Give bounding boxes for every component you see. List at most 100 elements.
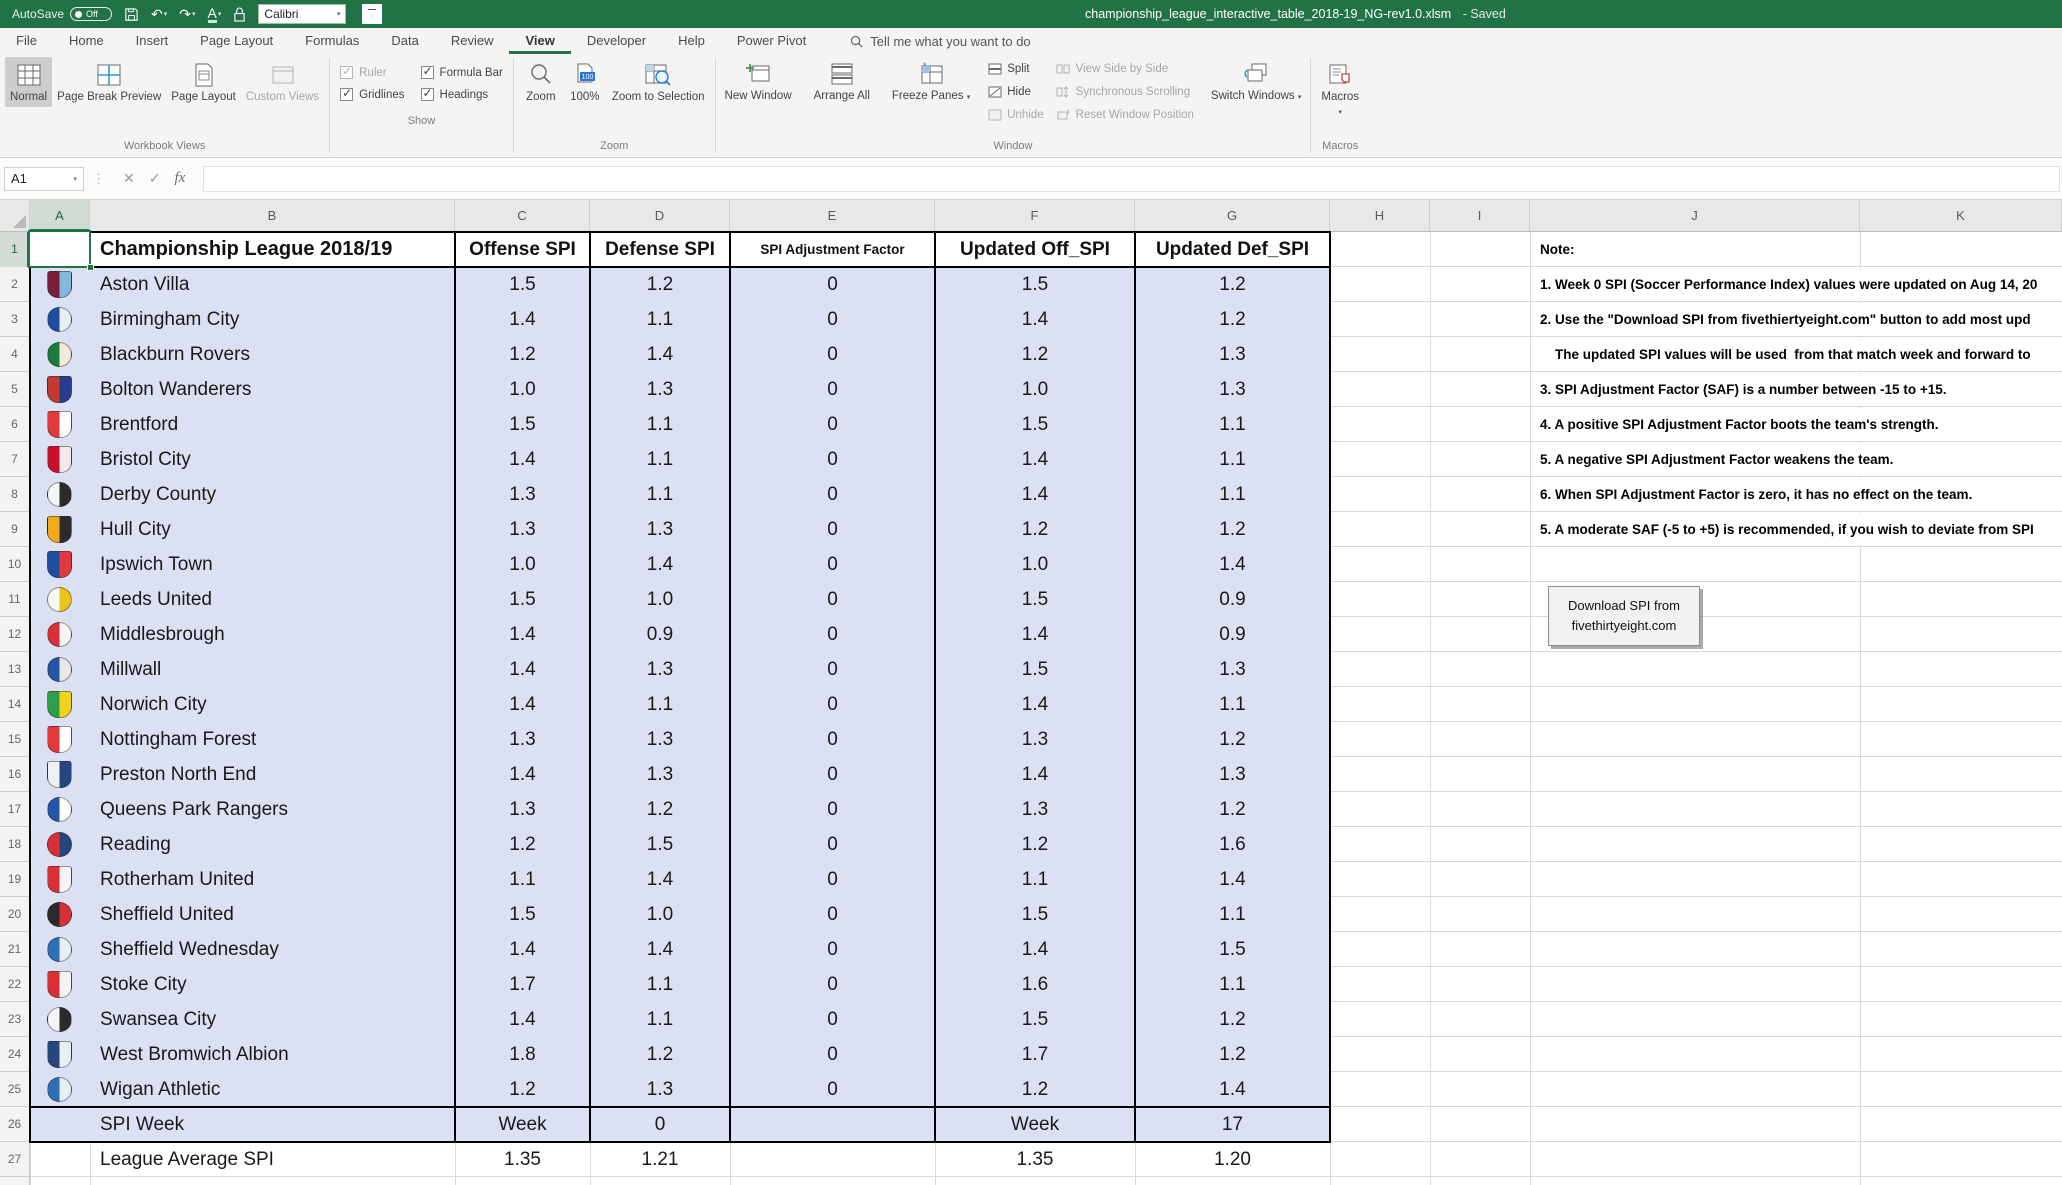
headings-checkbox-box [420,86,434,101]
insert-function-icon[interactable]: fx [174,170,185,187]
row-header-24[interactable]: 24 [0,1037,29,1072]
row-header-26[interactable]: 26 [0,1107,29,1142]
column-header-e[interactable]: E [730,200,935,231]
undo-button[interactable]: ↶ ▾ [151,7,167,21]
column-header-b[interactable]: B [90,200,455,231]
tab-page-layout[interactable]: Page Layout [184,28,289,54]
gridlines-checkbox-box [340,86,354,101]
custom-views-button[interactable]: Custom Views [241,57,324,107]
tab-help[interactable]: Help [662,28,721,54]
synchronous-scrolling-button[interactable]: Synchronous Scrolling [1056,83,1194,100]
font-color-button[interactable]: A ▾ [207,6,221,23]
zoom-button[interactable]: Zoom [519,57,563,107]
font-name-combo[interactable]: Calibri ▾ [258,4,347,24]
row-header-6[interactable]: 6 [0,407,29,442]
autosave-toggle[interactable]: AutoSave Off [12,7,113,21]
column-header-j[interactable]: J [1530,200,1860,231]
tab-data[interactable]: Data [375,28,434,54]
formula-input[interactable] [203,165,2060,192]
tab-file[interactable]: File [0,28,53,54]
hide-button[interactable]: Hide [987,83,1043,100]
zoom-100-button[interactable]: 100 100% [563,57,607,107]
page-break-preview-button[interactable]: Page Break Preview [52,57,166,107]
tab-home[interactable]: Home [53,28,120,54]
macros-button[interactable]: Macros ▾ [1316,57,1364,121]
row-header-25[interactable]: 25 [0,1072,29,1107]
row-header-1[interactable]: 1 [0,232,29,267]
tab-formulas[interactable]: Formulas [289,28,375,54]
reset-window-position-button[interactable]: Reset Window Position [1056,106,1194,123]
row-header-8[interactable]: 8 [0,477,29,512]
row-header-7[interactable]: 7 [0,442,29,477]
tab-insert[interactable]: Insert [120,28,185,54]
column-header-g[interactable]: G [1135,200,1330,231]
headings-checkbox[interactable]: Headings [420,86,503,101]
column-header-h[interactable]: H [1330,200,1430,231]
new-window-button[interactable]: New Window [720,56,797,106]
save-icon[interactable] [124,7,139,22]
formula-bar-checkbox[interactable]: Formula Bar [420,64,503,79]
row-header-10[interactable]: 10 [0,547,29,582]
page-layout-view-button[interactable]: Page Layout [166,57,241,107]
zoom-to-selection-button[interactable]: Zoom to Selection [607,57,710,107]
league-average-updated-off-cell[interactable]: 1.35 [935,1142,1135,1177]
row-header-15[interactable]: 15 [0,722,29,757]
column-header-i[interactable]: I [1430,200,1530,231]
row-header-23[interactable]: 23 [0,1002,29,1037]
tab-view[interactable]: View [509,28,570,54]
font-size-dropdown[interactable]: ▾ [362,4,383,24]
cancel-entry-icon[interactable]: ✕ [123,170,135,187]
row-header-3[interactable]: 3 [0,302,29,337]
split-button[interactable]: Split [987,60,1043,77]
switch-windows-button[interactable]: Switch Windows ▾ [1206,56,1306,106]
row-header-4[interactable]: 4 [0,337,29,372]
tab-power-pivot[interactable]: Power Pivot [721,28,822,54]
column-header-a[interactable]: A [30,200,90,231]
row-header-9[interactable]: 9 [0,512,29,547]
ruler-checkbox[interactable]: Ruler [340,64,404,79]
select-all-corner[interactable] [0,200,30,231]
row-header-11[interactable]: 11 [0,582,29,617]
tab-developer[interactable]: Developer [571,28,662,54]
row-header-20[interactable]: 20 [0,897,29,932]
fill-handle[interactable] [87,264,94,271]
league-average-offense-cell[interactable]: 1.35 [455,1142,590,1177]
selected-cell-a1[interactable] [28,230,91,268]
download-spi-button[interactable]: Download SPI from fivethirtyeight.com [1548,586,1700,646]
row-header-2[interactable]: 2 [0,267,29,302]
tab-review[interactable]: Review [435,28,510,54]
column-header-d[interactable]: D [590,200,730,231]
row-header-17[interactable]: 17 [0,792,29,827]
row-number-gutter: 1 2 3 4 5 6 7 8 9 10 11 12 13 14 15 16 17 18 19 20 21 22 23 24 2… [0,232,30,1185]
row-header-13[interactable]: 13 [0,652,29,687]
unhide-button[interactable]: Unhide [987,106,1044,123]
normal-view-button[interactable]: Normal [5,57,53,107]
league-average-label-cell[interactable]: League Average SPI [100,1142,450,1177]
gridlines-checkbox[interactable]: Gridlines [340,86,405,101]
row-header-19[interactable]: 19 [0,862,29,897]
tell-me-label: Tell me what you want to do [870,33,1031,49]
group-show: Ruler Formula Bar Gridlines Headings Sho… [330,54,513,157]
row-header-21[interactable]: 21 [0,932,29,967]
column-header-f[interactable]: F [935,200,1135,231]
row-header-5[interactable]: 5 [0,372,29,407]
league-average-updated-def-cell[interactable]: 1.20 [1135,1142,1330,1177]
table-column-border [1134,232,1136,1142]
arrange-all-button[interactable]: Arrange All [809,56,875,106]
view-side-by-side-button[interactable]: View Side by Side [1056,60,1194,77]
row-header-22[interactable]: 22 [0,967,29,1002]
column-header-k[interactable]: K [1860,200,2062,231]
row-header-14[interactable]: 14 [0,687,29,722]
row-header-27[interactable]: 27 [0,1142,29,1177]
redo-button[interactable]: ↷ ▾ [179,7,195,21]
column-header-c[interactable]: C [455,200,590,231]
group-label-macros: Macros [1322,140,1359,152]
name-box[interactable]: A1 ▾ [4,166,84,191]
row-header-18[interactable]: 18 [0,827,29,862]
league-average-defense-cell[interactable]: 1.21 [590,1142,730,1177]
tell-me-box[interactable]: Tell me what you want to do [850,28,1031,54]
freeze-panes-button[interactable]: * Freeze Panes ▾ [887,56,975,106]
row-header-12[interactable]: 12 [0,617,29,652]
confirm-entry-icon[interactable]: ✓ [149,170,161,187]
row-header-16[interactable]: 16 [0,757,29,792]
